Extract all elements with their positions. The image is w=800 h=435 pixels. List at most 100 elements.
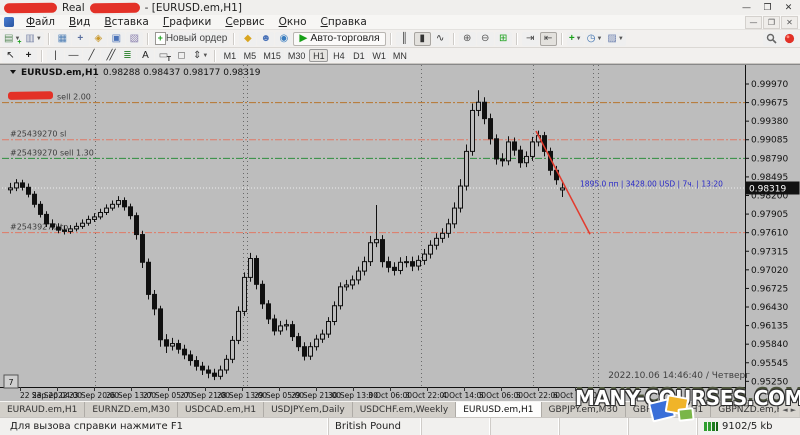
text-button[interactable]: A	[137, 49, 154, 63]
new-chart-button[interactable]: ▤▼+	[2, 32, 22, 46]
restore-button[interactable]: ❐	[758, 1, 777, 14]
menu-item-5[interactable]: Сервис	[218, 15, 271, 29]
timeframe-m15-button[interactable]: M15	[260, 49, 284, 62]
close-button[interactable]: ✕	[779, 1, 798, 14]
timeframe-m1-button[interactable]: M1	[220, 49, 239, 62]
community-alert-icon[interactable]	[781, 32, 798, 46]
candle-body	[69, 229, 73, 232]
candle-body	[501, 159, 505, 161]
terminal-icon: ▣	[112, 34, 121, 44]
templates-button[interactable]: ▨▼	[605, 32, 625, 46]
search-icon[interactable]	[763, 32, 780, 46]
crosshair-button[interactable]: +	[20, 49, 37, 63]
strategy-tester-button[interactable]: ▧	[126, 32, 143, 46]
periods-button[interactable]: ◷▼	[585, 32, 605, 46]
zoom-out-button[interactable]: ⊖	[477, 32, 494, 46]
candle-body	[27, 187, 31, 194]
price-axis-label: 0.97610	[751, 229, 788, 239]
chart-tab-euraud[interactable]: EURAUD.em,H1	[0, 402, 85, 417]
candle-body	[195, 361, 199, 367]
timeframe-m30-button[interactable]: M30	[285, 49, 309, 62]
timeframe-w1-button[interactable]: W1	[369, 49, 389, 62]
chart-tab-eurnzd[interactable]: EURNZD.em,M30	[85, 402, 178, 417]
arrows-button[interactable]: ⇕▼	[191, 49, 210, 63]
menu-item-4[interactable]: Графики	[156, 15, 218, 29]
price-chart-canvas[interactable]: sell 2.00#25439270 sl#25439270 sell 1.30…	[0, 65, 800, 401]
candlestick-icon: ▮	[419, 34, 425, 44]
vertical-line-button[interactable]: |	[47, 49, 64, 63]
navigator-button[interactable]: ◈	[90, 32, 107, 46]
new-order-button[interactable]: +Новый ордер	[153, 32, 230, 46]
horizontal-line-button[interactable]: —	[65, 49, 82, 63]
fibonacci-button[interactable]: ≣	[119, 49, 136, 63]
experts-button[interactable]: ☻	[257, 32, 274, 46]
candle-body	[525, 156, 529, 162]
tile-windows-button[interactable]: ⊞	[495, 32, 512, 46]
price-axis-label: 0.98790	[751, 154, 788, 164]
menu-item-3[interactable]: Вставка	[97, 15, 156, 29]
chart-tab-usdchf[interactable]: USDCHF.em,Weekly	[353, 402, 457, 417]
price-axis-label: 0.97315	[751, 247, 788, 257]
menu-item-6[interactable]: Окно	[272, 15, 314, 29]
chart-area[interactable]: sell 2.00#25439270 sl#25439270 sell 1.30…	[0, 64, 800, 401]
data-window-button[interactable]: +	[72, 32, 89, 46]
candle-body	[411, 262, 415, 266]
chart-symbol-header: EURUSD.em,H1	[21, 68, 99, 78]
candle-body	[87, 219, 91, 223]
candlesticks	[9, 90, 565, 380]
timeframe-d1-button[interactable]: D1	[349, 49, 368, 62]
timeframe-mn-button[interactable]: MN	[390, 49, 410, 62]
minimize-button[interactable]: —	[737, 1, 756, 14]
watermark-logo-shape	[677, 407, 694, 422]
shapes-button[interactable]: ◻	[173, 49, 190, 63]
bar-chart-button[interactable]: ║	[396, 32, 413, 46]
toolbar-separator	[516, 33, 518, 45]
auto-scroll-icon: ⇥	[526, 34, 534, 44]
chart-tab-usdjpy[interactable]: USDJPY.em,Daily	[264, 402, 353, 417]
candle-body	[375, 240, 379, 243]
zoom-in-button[interactable]: ⊕	[459, 32, 476, 46]
timeframe-m5-button[interactable]: M5	[240, 49, 259, 62]
market-watch-button[interactable]: ▦	[54, 32, 71, 46]
candle-body	[15, 183, 19, 188]
timeframe-h1-button[interactable]: H1	[309, 49, 328, 62]
menu-item-2[interactable]: Вид	[62, 15, 97, 29]
auto-scroll-button[interactable]: ⇥	[522, 32, 539, 46]
label-button[interactable]: ▭T	[155, 49, 172, 63]
profiles-button[interactable]: ▥▼	[23, 32, 43, 46]
toolbar-separator	[147, 33, 149, 45]
indicators-button[interactable]: +▼	[567, 32, 584, 46]
trendline-button[interactable]: ╱	[83, 49, 100, 63]
menu-item-1[interactable]: Файл	[19, 15, 62, 29]
candle-body	[273, 319, 277, 331]
horizontal-line-icon: —	[69, 51, 79, 61]
chevron-down-icon: ▼	[576, 36, 582, 42]
candle-body	[519, 150, 523, 163]
candle-body	[123, 201, 127, 207]
candlestick-button[interactable]: ▮	[414, 32, 431, 46]
mdi-restore-button[interactable]: ❐	[763, 16, 780, 29]
candle-body	[297, 337, 301, 347]
channel-icon: ╱╱	[106, 51, 112, 61]
candle-body	[381, 240, 385, 262]
candle-body	[21, 183, 25, 187]
candle-body	[153, 294, 157, 308]
menu-item-7[interactable]: Справка	[314, 15, 374, 29]
autotrading-button[interactable]: ▶Авто-торговля	[293, 32, 385, 46]
community-button[interactable]: ◉	[275, 32, 292, 46]
chart-context-arrow-icon[interactable]	[10, 70, 16, 74]
line-chart-button[interactable]: ∿	[432, 32, 449, 46]
terminal-button[interactable]: ▣	[108, 32, 125, 46]
candle-body	[189, 355, 193, 361]
metaeditor-button[interactable]: ◆	[239, 32, 256, 46]
cursor-button[interactable]: ↖	[2, 49, 19, 63]
channel-button[interactable]: ╱╱	[101, 49, 118, 63]
chart-tab-eurusd[interactable]: EURUSD.em,H1	[456, 402, 541, 417]
chart-tab-usdcad[interactable]: USDCAD.em,H1	[178, 402, 264, 417]
timeframe-h4-button[interactable]: H4	[329, 49, 348, 62]
chart-shift-button[interactable]: ⇤	[540, 32, 557, 46]
mdi-minimize-button[interactable]: —	[745, 16, 762, 29]
candle-body	[225, 359, 229, 370]
mdi-close-button[interactable]: ✕	[781, 16, 798, 29]
candle-body	[51, 224, 55, 227]
